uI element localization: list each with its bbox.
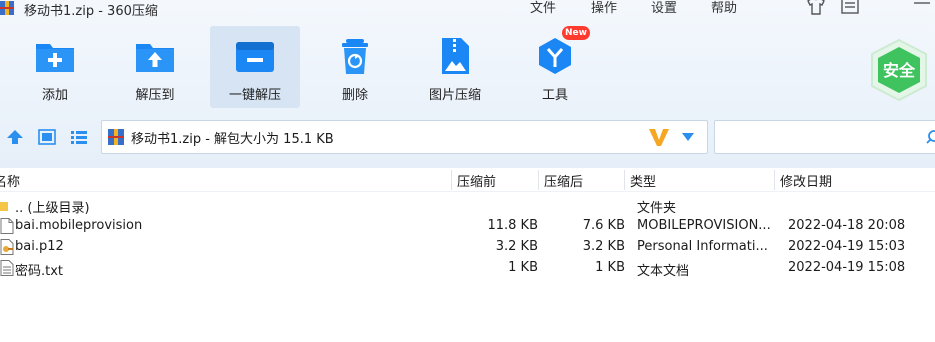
row-after: 3.2 KB <box>582 239 625 254</box>
row-date: 2022-04-19 15:03 <box>788 239 906 254</box>
safe-shield-icon[interactable]: 安全 <box>868 38 930 102</box>
row-after: 1 KB <box>595 260 625 275</box>
row-type: MOBILEPROVISION... <box>637 218 771 233</box>
shirt-skin-icon[interactable] <box>806 0 826 15</box>
row-name: .. (上级目录) <box>15 201 90 216</box>
column-type[interactable]: 类型 <box>630 171 656 190</box>
row-type: 文本文档 <box>637 264 690 279</box>
extract-to-label: 解压到 <box>135 88 175 103</box>
add-label: 添加 <box>41 88 68 103</box>
up-arrow-icon[interactable] <box>6 129 24 145</box>
column-divider[interactable] <box>451 170 452 190</box>
tools-label: 工具 <box>541 88 568 103</box>
trash-icon <box>342 39 368 74</box>
menu-settings[interactable]: 设置 <box>651 0 677 16</box>
add-folder-icon <box>36 44 74 72</box>
image-compress-button[interactable]: 图片压缩 <box>410 26 500 108</box>
one-click-extract-label: 一键解压 <box>228 88 281 103</box>
menu-operation[interactable]: 操作 <box>591 0 617 16</box>
zip-archive-icon <box>108 129 124 145</box>
column-divider[interactable] <box>774 170 775 190</box>
row-name: bai.p12 <box>15 239 64 254</box>
row-type: 文件夹 <box>637 201 677 216</box>
row-name: bai.mobileprovision <box>15 218 143 233</box>
certificate-file-icon <box>0 239 14 255</box>
menu-help[interactable]: 帮助 <box>711 0 737 16</box>
table-row[interactable]: 密码.txt 1 KB 1 KB 文本文档 2022-04-19 15:08 <box>0 258 935 279</box>
one-click-extract-button[interactable]: 一键解压 <box>210 26 300 108</box>
file-icon <box>0 218 14 234</box>
address-bar[interactable]: 移动书1.zip - 解包大小为 15.1 KB <box>101 120 708 154</box>
text-file-icon <box>0 260 14 276</box>
folder-icon <box>0 202 8 211</box>
search-box[interactable] <box>714 120 935 154</box>
row-before: 1 KB <box>508 260 538 275</box>
minimize-icon[interactable] <box>912 0 932 15</box>
view-mode-icon[interactable] <box>38 129 56 145</box>
search-icon[interactable] <box>926 129 935 145</box>
title-bar: 移动书1.zip - 360压缩 文件 操作 设置 帮助 <box>0 0 935 22</box>
image-compress-icon <box>442 38 469 74</box>
row-name: 密码.txt <box>15 264 64 279</box>
list-view-icon[interactable] <box>70 129 88 145</box>
column-date[interactable]: 修改日期 <box>780 171 832 190</box>
column-divider[interactable] <box>538 170 539 190</box>
row-type: Personal Informati... <box>637 239 768 254</box>
new-badge: New <box>562 26 590 40</box>
image-compress-label: 图片压缩 <box>428 88 481 103</box>
file-list-header: 名称 压缩前 压缩后 类型 修改日期 <box>0 168 935 192</box>
delete-label: 删除 <box>341 88 368 103</box>
one-click-extract-icon <box>236 42 274 72</box>
row-date: 2022-04-19 15:08 <box>788 260 906 275</box>
app-zip-icon <box>0 1 14 15</box>
table-row[interactable]: bai.mobileprovision 11.8 KB 7.6 KB MOBIL… <box>0 216 935 237</box>
row-date: 2022-04-18 20:08 <box>788 218 906 233</box>
verified-v-icon[interactable] <box>648 126 670 148</box>
menu-file[interactable]: 文件 <box>530 0 556 16</box>
menu-list-icon[interactable] <box>840 0 860 15</box>
column-after[interactable]: 压缩后 <box>544 171 583 190</box>
extract-to-button[interactable]: 解压到 <box>110 26 200 108</box>
extract-to-folder-icon <box>136 44 174 72</box>
row-before: 11.8 KB <box>487 218 538 233</box>
tools-icon <box>539 38 571 74</box>
column-divider[interactable] <box>624 170 625 190</box>
table-row[interactable]: bai.p12 3.2 KB 3.2 KB Personal Informati… <box>0 237 935 258</box>
delete-button[interactable]: 删除 <box>310 26 400 108</box>
address-path: 移动书1.zip - 解包大小为 15.1 KB <box>131 132 334 147</box>
table-row[interactable]: .. (上级目录) 文件夹 <box>0 195 935 216</box>
row-after: 7.6 KB <box>582 218 625 233</box>
window-title: 移动书1.zip - 360压缩 <box>24 4 158 19</box>
column-name[interactable]: 名称 <box>0 171 20 190</box>
column-before[interactable]: 压缩前 <box>457 171 496 190</box>
row-before: 3.2 KB <box>495 239 538 254</box>
add-button[interactable]: 添加 <box>10 26 100 108</box>
dropdown-arrow-icon[interactable] <box>682 133 694 141</box>
safe-badge-text: 安全 <box>883 61 916 80</box>
